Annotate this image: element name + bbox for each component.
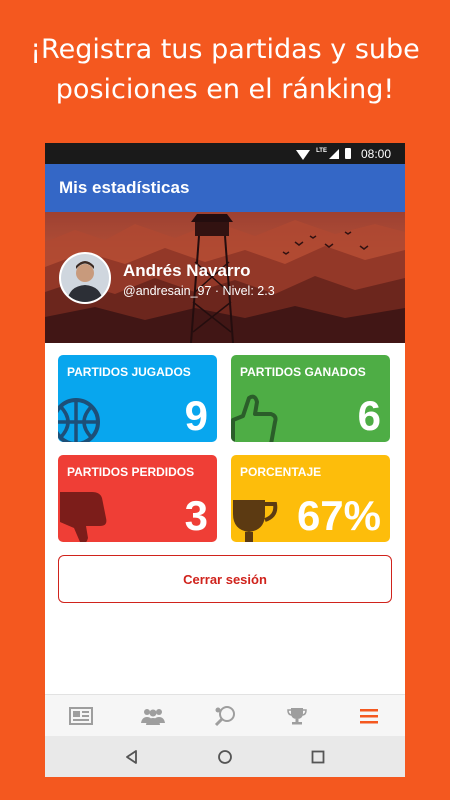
status-time: 08:00 (360, 146, 391, 161)
promo-headline: ¡Registra tus partidas y sube posiciones… (0, 30, 450, 110)
stat-card-played: PARTIDOS JUGADOS 9 (58, 355, 217, 442)
logout-button[interactable]: Cerrar sesión (58, 555, 392, 603)
stat-label: PARTIDOS GANADOS (240, 365, 366, 379)
nav-ranking[interactable] (261, 695, 333, 737)
trophy-icon (233, 500, 278, 542)
promo-line-1: ¡Registra tus partidas y sube (30, 34, 420, 65)
page-title: Mis estadísticas (59, 178, 190, 197)
lte-indicator: LTE (316, 147, 327, 154)
stat-label: PORCENTAJE (240, 465, 322, 479)
thumbs-up-icon (231, 394, 278, 442)
back-icon[interactable] (124, 749, 140, 765)
thumbs-down-icon (60, 492, 107, 542)
nav-menu[interactable] (333, 695, 405, 737)
trophy-icon (287, 707, 307, 724)
stat-value: 3 (184, 492, 208, 539)
wifi-icon (296, 149, 311, 160)
signal-icon (328, 148, 339, 159)
avatar-photo (61, 254, 109, 302)
stat-card-percentage: PORCENTAJE 67% (231, 455, 390, 542)
news-icon (69, 706, 93, 725)
avatar[interactable] (59, 252, 111, 304)
system-nav-bar (45, 736, 405, 777)
menu-icon (360, 708, 378, 723)
group-icon (141, 708, 165, 725)
stat-value: 6 (357, 392, 381, 439)
recents-icon[interactable] (310, 749, 326, 765)
stat-label: PARTIDOS JUGADOS (67, 365, 191, 379)
bottom-nav (45, 694, 405, 736)
basketball-icon (58, 398, 100, 442)
nav-matches[interactable] (189, 695, 261, 737)
stat-value: 67% (296, 492, 381, 539)
battery-icon (344, 148, 351, 159)
nav-news[interactable] (45, 695, 117, 737)
nav-groups[interactable] (117, 695, 189, 737)
promo-line-2: posiciones en el ránking! (55, 74, 395, 105)
racket-icon (214, 705, 235, 726)
stat-card-won: PARTIDOS GANADOS 6 (231, 355, 390, 442)
app-bar: Mis estadísticas (45, 164, 405, 212)
profile-banner: Andrés Navarro @andresain_97 · Nivel: 2.… (45, 212, 405, 343)
home-icon[interactable] (217, 749, 233, 765)
profile-name: Andrés Navarro (123, 261, 251, 280)
profile-meta: @andresain_97 · Nivel: 2.3 (123, 284, 275, 298)
stat-label: PARTIDOS PERDIDOS (67, 465, 195, 479)
stat-value: 9 (184, 392, 208, 439)
stat-card-lost: PARTIDOS PERDIDOS 3 (58, 455, 217, 542)
phone-screen: LTE 08:00 Mis estadísticas Andrés Navarr… (45, 143, 405, 777)
status-bar: LTE 08:00 (45, 143, 405, 164)
